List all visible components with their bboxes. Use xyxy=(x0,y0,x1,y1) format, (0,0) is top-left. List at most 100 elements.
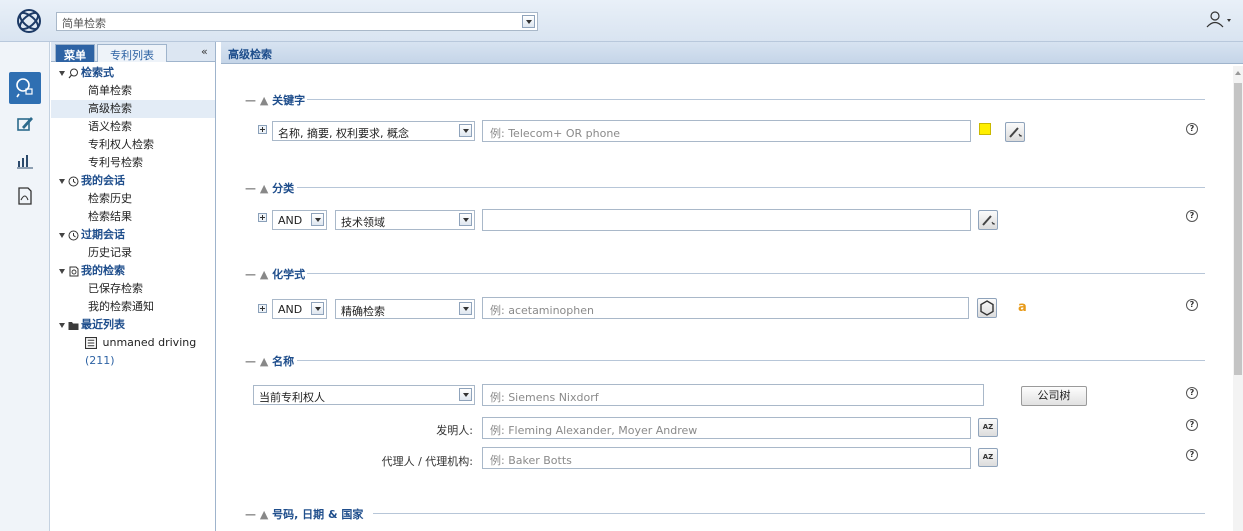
collapse-panel-button[interactable]: « xyxy=(201,45,208,58)
rail-pdf-button[interactable] xyxy=(9,180,41,212)
chevron-down-icon[interactable] xyxy=(522,15,535,28)
icon-rail xyxy=(0,42,50,531)
quick-search-value: 简单检索 xyxy=(62,17,106,30)
tree-section-label: 过期会话 xyxy=(81,228,125,241)
chevron-down-icon[interactable] xyxy=(459,124,472,137)
edit-icon xyxy=(17,117,33,131)
input-placeholder: 例: Baker Botts xyxy=(490,454,572,467)
tree-section-recent-lists[interactable]: 最近列表 xyxy=(51,316,215,334)
structure-draw-button[interactable] xyxy=(977,298,997,318)
recent-list-count: (211) xyxy=(85,354,115,367)
tree-section-expired-session[interactable]: 过期会话 xyxy=(51,226,215,244)
nav-tabs: 菜单 专利列表 « xyxy=(51,42,215,62)
pdf-icon xyxy=(18,187,32,205)
chevron-down-icon[interactable] xyxy=(311,302,324,315)
help-icon[interactable]: ? xyxy=(1186,387,1198,399)
highlight-color-swatch[interactable] xyxy=(979,123,991,135)
tree-item-search-history[interactable]: 检索历史 xyxy=(51,190,215,208)
select-value: 技术领域 xyxy=(341,216,385,229)
section-divider xyxy=(307,99,1205,100)
expand-row-icon[interactable] xyxy=(258,213,267,222)
chevron-down-icon[interactable] xyxy=(459,213,472,226)
classification-input[interactable] xyxy=(482,209,971,231)
tab-patent-list[interactable]: 专利列表 xyxy=(97,44,167,62)
tree-item-number-search[interactable]: 专利号检索 xyxy=(51,154,215,172)
input-placeholder: 例: Telecom+ OR phone xyxy=(490,127,621,140)
tree-item-recent-list[interactable]: unmaned driving (211) xyxy=(51,334,215,367)
chemistry-input[interactable]: 例: acetaminophen xyxy=(482,297,969,319)
section-label: — ▲ 名称 xyxy=(245,353,299,369)
keyword-input[interactable]: 例: Telecom+ OR phone xyxy=(482,120,971,142)
section-label: — ▲ 分类 xyxy=(245,180,299,196)
scroll-up-icon[interactable] xyxy=(1234,68,1242,78)
tree-item-history-records[interactable]: 历史记录 xyxy=(51,244,215,262)
tree-section-label: 检索式 xyxy=(81,66,114,79)
expanded-arrow-icon[interactable] xyxy=(59,322,65,328)
tree-item-assignee-search[interactable]: 专利权人检索 xyxy=(51,136,215,154)
nav-panel: 菜单 专利列表 « 检索式 简单检索 高级检索 语义检索 专利权人检索 专利号检… xyxy=(51,42,216,531)
keyword-field-select[interactable]: 名称, 摘要, 权利要求, 概念 xyxy=(272,121,475,141)
help-icon[interactable]: ? xyxy=(1186,123,1198,135)
classification-helper-button[interactable] xyxy=(978,210,998,230)
chevron-down-icon[interactable] xyxy=(459,388,472,401)
company-tree-button[interactable]: 公司树 xyxy=(1021,386,1087,406)
quick-search-select[interactable]: 简单检索 xyxy=(56,12,538,31)
help-icon[interactable]: ? xyxy=(1186,419,1198,431)
help-icon[interactable]: ? xyxy=(1186,449,1198,461)
tree-item-advanced-search[interactable]: 高级检索 xyxy=(51,100,215,118)
classification-field-select[interactable]: 技术领域 xyxy=(335,210,475,230)
chevron-down-icon[interactable] xyxy=(459,302,472,315)
scroll-thumb[interactable] xyxy=(1234,83,1242,375)
section-numbers-header[interactable]: — ▲ 号码, 日期 & 国家 xyxy=(245,506,1205,522)
keyword-helper-button[interactable] xyxy=(1005,122,1025,142)
rail-edit-button[interactable] xyxy=(9,108,41,140)
section-chemistry-header[interactable]: — ▲ 化学式 xyxy=(245,266,1205,282)
expanded-arrow-icon[interactable] xyxy=(59,232,65,238)
section-names-header[interactable]: — ▲ 名称 xyxy=(245,353,1205,369)
tree-section-label: 我的会话 xyxy=(81,174,125,187)
app-logo-icon[interactable] xyxy=(16,8,42,34)
rail-analysis-button[interactable] xyxy=(9,144,41,176)
tree-section-my-session[interactable]: 我的会话 xyxy=(51,172,215,190)
expanded-arrow-icon[interactable] xyxy=(59,178,65,184)
tree-item-semantic-search[interactable]: 语义检索 xyxy=(51,118,215,136)
tree-item-simple-search[interactable]: 简单检索 xyxy=(51,82,215,100)
az-lookup-button[interactable]: AZ xyxy=(978,418,998,437)
operator-select[interactable]: AND xyxy=(272,210,327,230)
user-menu-icon[interactable] xyxy=(1204,10,1238,30)
section-divider xyxy=(297,360,1205,361)
tab-menu[interactable]: 菜单 xyxy=(55,44,95,62)
chevron-down-icon[interactable] xyxy=(311,213,324,226)
main-scrollbar[interactable] xyxy=(1233,66,1243,531)
tree-item-saved-searches[interactable]: 已保存检索 xyxy=(51,280,215,298)
help-icon[interactable]: ? xyxy=(1186,210,1198,222)
select-value: AND xyxy=(278,214,303,227)
inventor-input[interactable]: 例: Fleming Alexander, Moyer Andrew xyxy=(482,417,971,439)
chemistry-text-link[interactable]: a xyxy=(1018,300,1027,315)
tree-item-search-results[interactable]: 检索结果 xyxy=(51,208,215,226)
section-divider xyxy=(307,273,1205,274)
expand-row-icon[interactable] xyxy=(258,304,267,313)
tree-section-search[interactable]: 检索式 xyxy=(51,64,215,82)
operator-select[interactable]: AND xyxy=(272,299,327,319)
help-icon[interactable]: ? xyxy=(1186,299,1198,311)
assignee-type-select[interactable]: 当前专利权人 xyxy=(253,385,475,405)
section-label: — ▲ 化学式 xyxy=(245,266,310,282)
assignee-input[interactable]: 例: Siemens Nixdorf xyxy=(482,384,984,406)
az-lookup-button[interactable]: AZ xyxy=(978,448,998,467)
agent-input[interactable]: 例: Baker Botts xyxy=(482,447,971,469)
section-keywords-header[interactable]: — ▲ 关键字 xyxy=(245,92,1205,108)
inventor-label: 发明人: xyxy=(436,424,473,437)
tree-section-label: 最近列表 xyxy=(81,318,125,331)
expanded-arrow-icon[interactable] xyxy=(59,70,65,76)
select-value: 名称, 摘要, 权利要求, 概念 xyxy=(278,127,409,140)
tree-section-my-searches[interactable]: 我的检索 xyxy=(51,262,215,280)
chemistry-mode-select[interactable]: 精确检索 xyxy=(335,299,475,319)
agent-label: 代理人 / 代理机构: xyxy=(381,455,473,468)
saved-search-icon xyxy=(69,266,79,276)
rail-search-button[interactable] xyxy=(9,72,41,104)
tree-item-search-alerts[interactable]: 我的检索通知 xyxy=(51,298,215,316)
expanded-arrow-icon[interactable] xyxy=(59,268,65,274)
expand-row-icon[interactable] xyxy=(258,125,267,134)
section-classification-header[interactable]: — ▲ 分类 xyxy=(245,180,1205,196)
